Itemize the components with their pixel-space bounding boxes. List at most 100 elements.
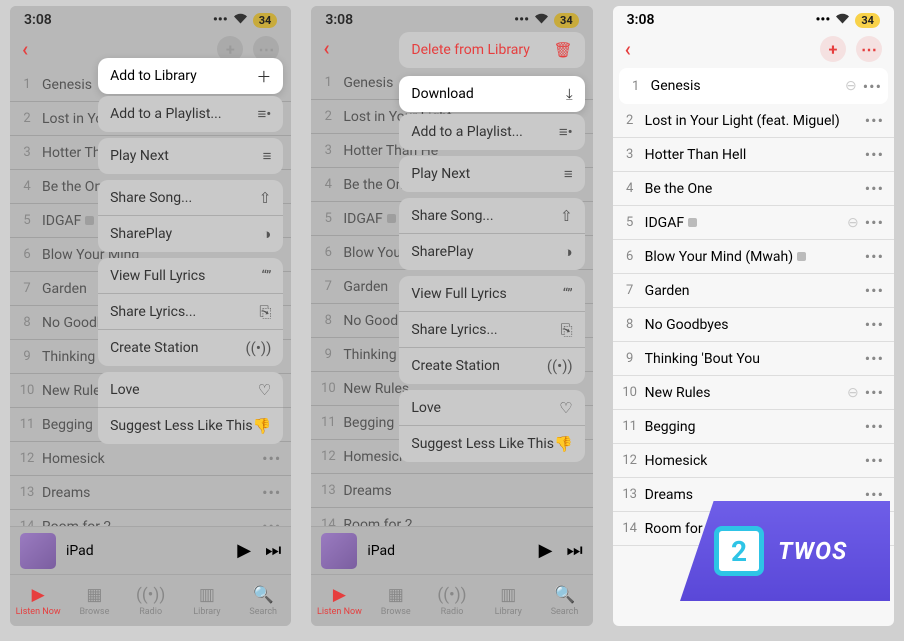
tab-library[interactable]: ▥Library (179, 575, 235, 626)
row-more-icon[interactable]: ••• (863, 77, 882, 96)
track-row[interactable]: 12Homesick••• (613, 444, 894, 478)
track-row[interactable]: 3Hotter Than Hell••• (613, 138, 894, 172)
search-icon: 🔍 (554, 585, 575, 605)
track-row[interactable]: 10New Rules⊖••• (613, 376, 894, 410)
menu-label: Suggest Less Like This (411, 436, 554, 452)
menu-view-full-lyrics[interactable]: View Full Lyrics“” (399, 276, 584, 312)
menu-label: Play Next (110, 148, 169, 164)
clock: 3:08 (24, 12, 52, 28)
tab-radio[interactable]: ((•))Radio (123, 575, 179, 626)
track-row[interactable]: 13Dreams••• (10, 476, 291, 510)
share-icon: ⇧ (259, 189, 272, 207)
trash-icon: 🗑 (554, 41, 573, 59)
back-button[interactable]: ‹ (323, 36, 329, 60)
menu-label: SharePlay (411, 244, 473, 260)
menu-share-song[interactable]: Share Song...⇧ (98, 180, 283, 216)
tab-radio[interactable]: ((•))Radio (424, 575, 480, 626)
menu-create-station[interactable]: Create Station((•)) (98, 330, 283, 366)
context-menu: Add to Library＋ Add to a Playlist...≡• P… (98, 56, 283, 450)
row-more-icon[interactable]: ••• (262, 449, 281, 468)
row-more-icon[interactable]: ••• (865, 349, 884, 368)
back-button[interactable]: ‹ (22, 37, 28, 61)
track-row[interactable]: 14Room for 2••• (10, 510, 291, 526)
menu-share-lyrics[interactable]: Share Lyrics...⎘ (98, 294, 283, 330)
now-playing-bar[interactable]: iPad ▶ ⏭ (10, 526, 291, 574)
row-more-icon[interactable]: ••• (865, 111, 884, 130)
shareplay-icon: ◑ (262, 225, 271, 243)
menu-share-song[interactable]: Share Song...⇧ (399, 198, 584, 234)
row-more-icon[interactable]: ••• (262, 517, 281, 526)
row-more-icon[interactable]: ••• (865, 315, 884, 334)
radio-waves-icon: ((•)) (136, 585, 165, 605)
track-row[interactable]: 5IDGAF⊖••• (613, 206, 894, 240)
tab-library[interactable]: ▥Library (480, 575, 536, 626)
track-row[interactable]: 13Dreams (311, 474, 592, 508)
menu-label: Add to Library (110, 68, 197, 84)
menu-suggest-less[interactable]: Suggest Less Like This👎 (399, 426, 584, 462)
row-more-icon[interactable]: ••• (865, 213, 884, 232)
tab-listen-now[interactable]: ▶Listen Now (10, 575, 66, 626)
add-button[interactable]: + (820, 36, 846, 62)
row-more-icon[interactable]: ••• (865, 451, 884, 470)
radio-waves-icon: ((•)) (437, 585, 466, 605)
search-icon: 🔍 (253, 585, 274, 605)
now-playing-bar[interactable]: iPad ▶ ⏭ (311, 526, 592, 574)
track-row[interactable]: 8No Goodbyes••• (613, 308, 894, 342)
menu-delete-from-library[interactable]: Delete from Library🗑 (399, 32, 584, 68)
tab-search[interactable]: 🔍Search (235, 575, 291, 626)
wifi-icon (233, 12, 248, 28)
track-row[interactable]: 11Begging••• (613, 410, 894, 444)
menu-share-lyrics[interactable]: Share Lyrics... ⎘ (399, 312, 584, 348)
track-row[interactable]: 7Garden••• (613, 274, 894, 308)
play-circle-icon: ▶ (32, 585, 45, 605)
share-lyrics-icon: ⎘ (561, 321, 573, 339)
menu-create-station[interactable]: Create Station((•)) (399, 348, 584, 384)
menu-play-next[interactable]: Play Next≡ (98, 138, 283, 174)
tab-listen-now[interactable]: ▶Listen Now (311, 575, 367, 626)
forward-icon[interactable]: ⏭ (265, 540, 281, 561)
forward-icon[interactable]: ⏭ (566, 540, 582, 561)
row-more-icon[interactable]: ••• (865, 145, 884, 164)
row-more-icon[interactable]: ••• (865, 417, 884, 436)
battery-indicator: 34 (253, 13, 278, 28)
menu-play-next[interactable]: Play Next≡ (399, 156, 584, 192)
row-more-icon[interactable]: ••• (865, 179, 884, 198)
more-button[interactable]: ⋯ (856, 36, 882, 62)
status-bar: 3:08 ••• 34 (10, 6, 291, 32)
menu-love[interactable]: Love♡ (399, 390, 584, 426)
menu-add-to-library[interactable]: Add to Library＋ (98, 58, 283, 94)
menu-label: Share Song... (411, 208, 493, 224)
row-more-icon[interactable]: ••• (865, 247, 884, 266)
back-button[interactable]: ‹ (625, 37, 631, 61)
wifi-icon (835, 12, 850, 28)
row-more-icon[interactable]: ••• (262, 483, 281, 502)
menu-add-to-playlist[interactable]: Add to a Playlist...≡• (399, 114, 584, 150)
menu-label: Add to a Playlist... (411, 124, 522, 140)
clock: 3:08 (325, 12, 353, 28)
track-row[interactable]: 4Be the One••• (613, 172, 894, 206)
track-row[interactable]: 14Room for 2 (311, 508, 592, 526)
play-icon[interactable]: ▶ (237, 540, 251, 561)
radio-icon: ((•)) (547, 357, 573, 375)
menu-shareplay[interactable]: SharePlay◑ (399, 234, 584, 270)
menu-add-to-playlist[interactable]: Add to a Playlist...≡• (98, 96, 283, 132)
tab-browse[interactable]: ▦Browse (368, 575, 424, 626)
track-row[interactable]: 6Blow Your Mind (Mwah)••• (613, 240, 894, 274)
track-row[interactable]: 1Genesis⊖••• (619, 68, 888, 104)
track-row[interactable]: 2Lost in Your Light (feat. Miguel)••• (613, 104, 894, 138)
row-more-icon[interactable]: ••• (865, 383, 884, 402)
menu-label: Share Lyrics... (411, 322, 497, 338)
explicit-badge (387, 214, 396, 223)
download-status-icon: ⊖ (847, 215, 859, 231)
menu-suggest-less[interactable]: Suggest Less Like This👎 (98, 408, 283, 444)
row-more-icon[interactable]: ••• (865, 281, 884, 300)
menu-label: SharePlay (110, 226, 172, 242)
track-row[interactable]: 9Thinking 'Bout You••• (613, 342, 894, 376)
tab-search[interactable]: 🔍Search (536, 575, 592, 626)
menu-download[interactable]: Download⤓ (399, 76, 584, 112)
menu-love[interactable]: Love♡ (98, 372, 283, 408)
menu-view-full-lyrics[interactable]: View Full Lyrics“” (98, 258, 283, 294)
play-icon[interactable]: ▶ (539, 540, 553, 561)
tab-browse[interactable]: ▦Browse (66, 575, 122, 626)
menu-shareplay[interactable]: SharePlay ◑ (98, 216, 283, 252)
